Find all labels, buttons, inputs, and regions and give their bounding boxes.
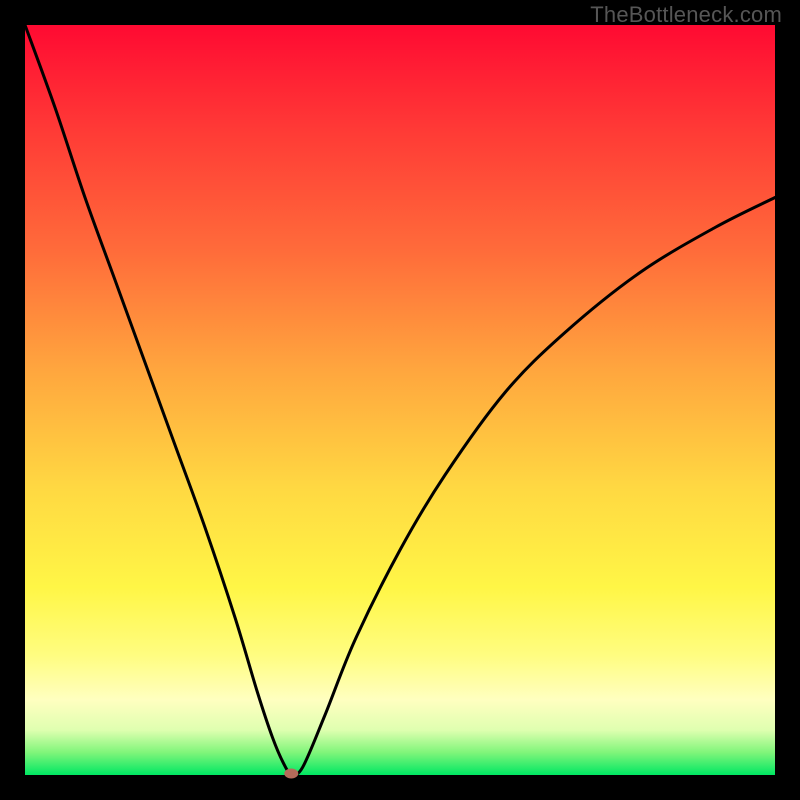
- plot-area: [25, 25, 775, 775]
- bottleneck-curve: [25, 25, 775, 774]
- chart-frame: TheBottleneck.com: [0, 0, 800, 800]
- curve-svg: [25, 25, 775, 775]
- min-marker: [284, 769, 298, 779]
